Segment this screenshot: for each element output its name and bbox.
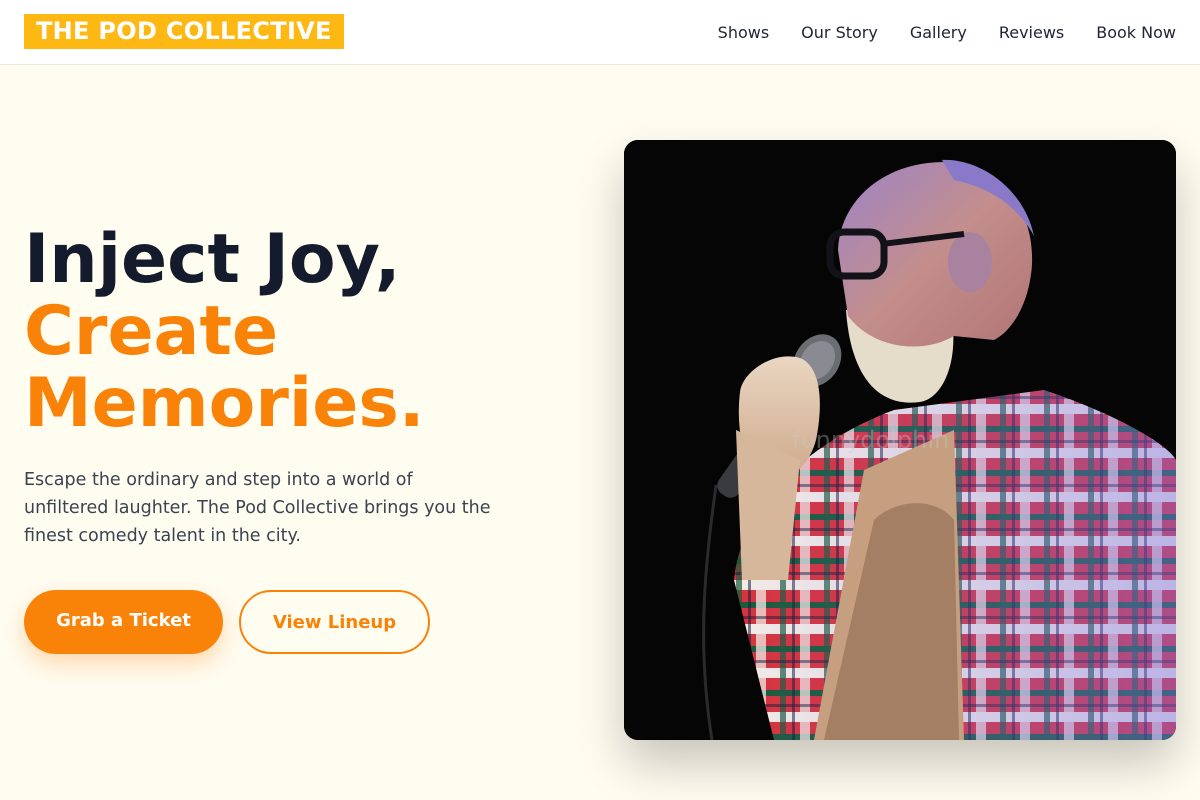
- headline-line-2: Create: [24, 292, 279, 371]
- hero-headline: Inject Joy, Create Memories.: [24, 224, 425, 440]
- grab-ticket-button[interactable]: Grab a Ticket: [24, 590, 223, 654]
- view-lineup-button[interactable]: View Lineup: [239, 590, 430, 654]
- hero-photo: funnydolphin: [624, 140, 1176, 740]
- nav-link-book-now[interactable]: Book Now: [1096, 23, 1176, 42]
- site-header: THE POD COLLECTIVE Shows Our Story Galle…: [0, 0, 1200, 65]
- nav-link-gallery[interactable]: Gallery: [910, 23, 967, 42]
- nav-link-reviews[interactable]: Reviews: [999, 23, 1064, 42]
- main-nav: Shows Our Story Gallery Reviews Book Now: [686, 0, 1176, 64]
- nav-link-shows[interactable]: Shows: [718, 23, 770, 42]
- headline-line-1: Inject Joy,: [24, 220, 401, 299]
- photo-watermark: funnydolphin: [792, 426, 950, 454]
- headline-line-3: Memories.: [24, 364, 425, 443]
- logo[interactable]: THE POD COLLECTIVE: [24, 14, 344, 49]
- nav-link-our-story[interactable]: Our Story: [801, 23, 878, 42]
- hero-description: Escape the ordinary and step into a worl…: [24, 470, 491, 546]
